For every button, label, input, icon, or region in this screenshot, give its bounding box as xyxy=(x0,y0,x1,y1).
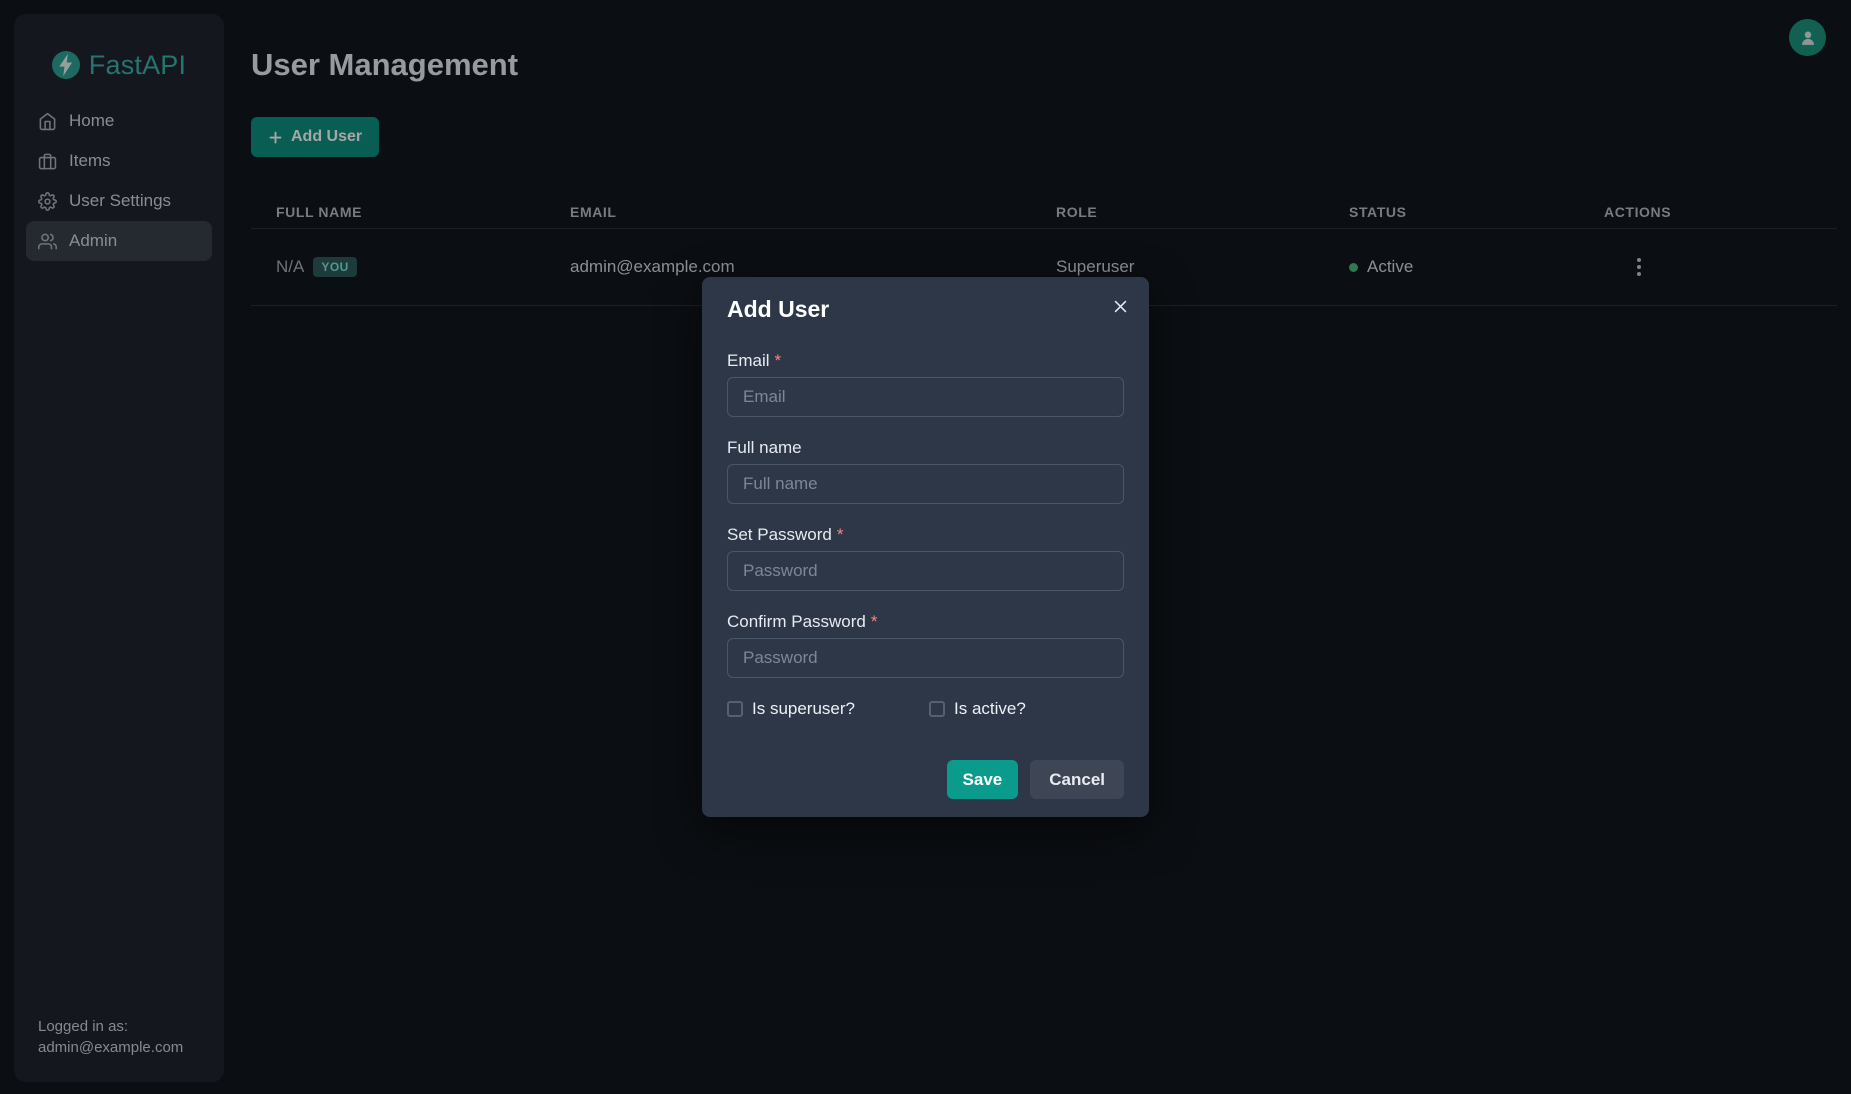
label-text: Email xyxy=(727,351,770,370)
close-button[interactable] xyxy=(1107,293,1133,319)
label-text: Full name xyxy=(727,438,802,457)
field-label-full-name: Full name xyxy=(727,437,1124,458)
email-input[interactable] xyxy=(727,377,1124,417)
label-text: Set Password xyxy=(727,525,832,544)
field-email: Email * xyxy=(727,350,1124,417)
cancel-button[interactable]: Cancel xyxy=(1030,760,1124,799)
is-active-checkbox-group[interactable]: Is active? xyxy=(929,699,1026,719)
is-active-checkbox[interactable] xyxy=(929,701,945,717)
set-password-input[interactable] xyxy=(727,551,1124,591)
label-text: Confirm Password xyxy=(727,612,866,631)
required-asterisk: * xyxy=(775,351,782,370)
modal-footer: Save Cancel xyxy=(727,760,1124,799)
field-full-name: Full name xyxy=(727,437,1124,504)
field-label-email: Email * xyxy=(727,350,1124,371)
field-set-password: Set Password * xyxy=(727,524,1124,591)
full-name-input[interactable] xyxy=(727,464,1124,504)
save-button[interactable]: Save xyxy=(947,760,1019,799)
required-asterisk: * xyxy=(837,525,844,544)
confirm-password-input[interactable] xyxy=(727,638,1124,678)
app-root: FastAPI Home Items xyxy=(0,0,1851,1094)
add-user-modal: Add User Email* Full name Set Password* … xyxy=(702,277,1149,817)
checkbox-row: Is superuser? Is active? xyxy=(727,699,1124,719)
is-superuser-label: Is superuser? xyxy=(752,699,855,719)
close-icon xyxy=(1112,298,1129,315)
is-superuser-checkbox[interactable] xyxy=(727,701,743,717)
field-label-confirm-password: Confirm Password * xyxy=(727,611,1124,632)
field-confirm-password: Confirm Password * xyxy=(727,611,1124,678)
field-label-set-password: Set Password * xyxy=(727,524,1124,545)
required-asterisk: * xyxy=(871,612,878,631)
is-active-label: Is active? xyxy=(954,699,1026,719)
modal-title: Add User xyxy=(727,295,1124,323)
is-superuser-checkbox-group[interactable]: Is superuser? xyxy=(727,699,929,719)
